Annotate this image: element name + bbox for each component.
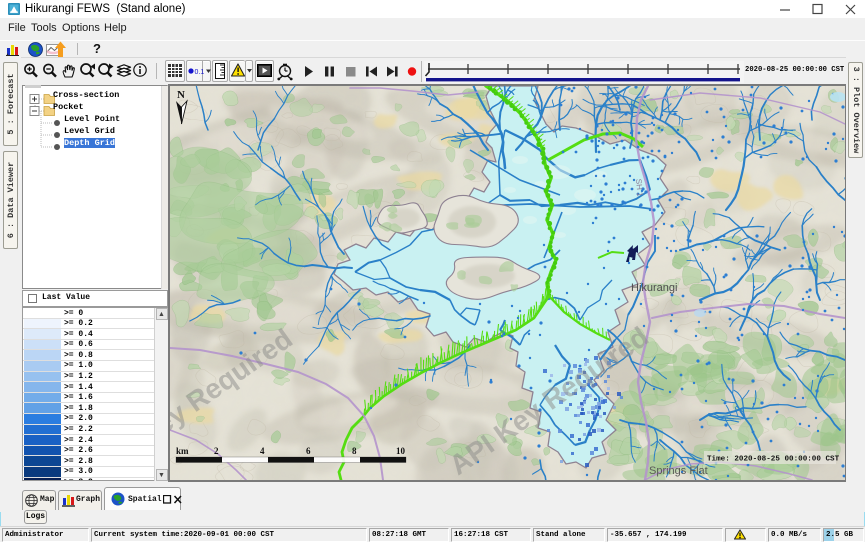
svg-text:8: 8 bbox=[352, 446, 357, 456]
svg-text:10: 10 bbox=[396, 446, 406, 456]
svg-text:SH 1: SH 1 bbox=[634, 178, 645, 197]
svg-text:0.1: 0.1 bbox=[195, 69, 205, 76]
svg-text:2: 2 bbox=[214, 446, 219, 456]
svg-text:Springs Flat: Springs Flat bbox=[649, 465, 708, 477]
svg-text:4: 4 bbox=[260, 446, 265, 456]
svg-text:km: km bbox=[176, 446, 189, 456]
svg-text:6: 6 bbox=[306, 446, 311, 456]
svg-text:Hikurangi: Hikurangi bbox=[631, 282, 677, 294]
svg-text:N: N bbox=[177, 89, 185, 101]
svg-text:Time: 2020-08-25 00:00:00 CST: Time: 2020-08-25 00:00:00 CST bbox=[707, 456, 840, 464]
